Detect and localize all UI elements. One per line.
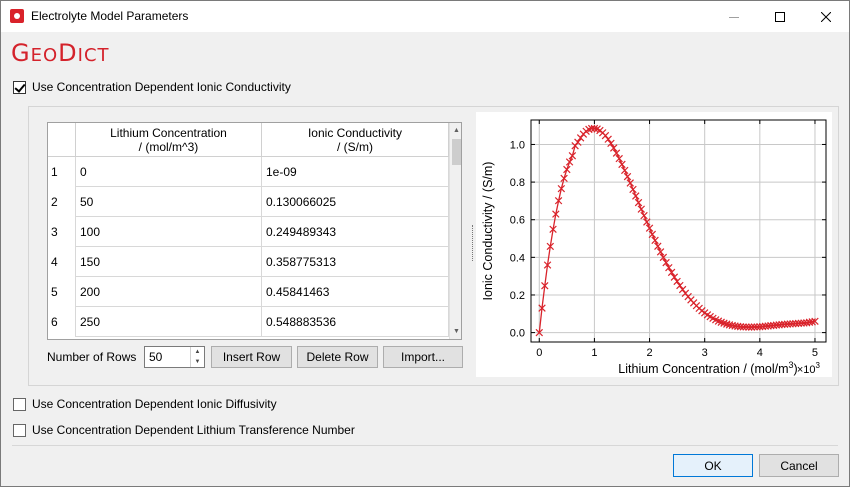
conductivity-chart: 0 1 2 3 4 5 0.0 0.2 0.4 0.6 0.8 1.0 Lithium Concentr… xyxy=(481,119,827,376)
x-tick-label: 0 xyxy=(536,347,542,359)
scroll-up-arrow-icon[interactable]: ▲ xyxy=(450,123,461,138)
splitter-grip-icon xyxy=(472,225,473,261)
conductivity-cell[interactable]: 0.358775313 xyxy=(262,247,449,277)
transference-checkbox[interactable] xyxy=(13,423,26,437)
row-number[interactable]: 2 xyxy=(48,187,76,217)
x-tick-label: 1 xyxy=(591,347,597,359)
x-tick-label: 4 xyxy=(757,347,763,359)
table-row: 5 200 0.45841463 xyxy=(48,277,449,307)
conductivity-cell[interactable]: 1e-09 xyxy=(262,157,449,187)
dialog-window: Electrolyte Model Parameters GEODICT Use… xyxy=(0,0,850,487)
column-header-conductivity[interactable]: Ionic Conductivity / (S/m) xyxy=(262,123,449,157)
row-number[interactable]: 6 xyxy=(48,307,76,337)
diffusivity-option[interactable]: Use Concentration Dependent Ionic Diffus… xyxy=(13,397,277,411)
import-button[interactable]: Import... xyxy=(383,346,463,368)
column-header-concentration[interactable]: Lithium Concentration / (mol/m^3) xyxy=(76,123,262,157)
row-number[interactable]: 5 xyxy=(48,277,76,307)
table-row: 3 100 0.249489343 xyxy=(48,217,449,247)
diffusivity-checkbox[interactable] xyxy=(13,397,26,411)
y-tick-label: 0.6 xyxy=(510,215,525,227)
conductivity-cell[interactable]: 0.45841463 xyxy=(262,277,449,307)
row-number-header xyxy=(48,123,76,157)
x-axis-label: Lithium Concentration / (mol/m3) xyxy=(618,360,797,376)
logo-letters: EO xyxy=(30,45,59,66)
conductivity-cell[interactable]: 0.130066025 xyxy=(262,187,449,217)
conductivity-option[interactable]: Use Concentration Dependent Ionic Conduc… xyxy=(13,80,291,94)
conductivity-table: Lithium Concentration / (mol/m^3) Ionic … xyxy=(47,122,462,340)
number-of-rows-label: Number of Rows xyxy=(47,350,137,364)
conductivity-label: Use Concentration Dependent Ionic Conduc… xyxy=(32,80,291,94)
table-row: 4 150 0.358775313 xyxy=(48,247,449,277)
table-row: 1 0 1e-09 xyxy=(48,157,449,187)
table-header: Lithium Concentration / (mol/m^3) Ionic … xyxy=(48,123,449,157)
scroll-down-arrow-icon[interactable]: ▼ xyxy=(450,324,461,339)
concentration-cell[interactable]: 50 xyxy=(76,187,262,217)
spin-down-icon[interactable]: ▼ xyxy=(191,357,204,367)
row-number[interactable]: 1 xyxy=(48,157,76,187)
logo-letter: G xyxy=(11,39,31,67)
number-of-rows-input[interactable] xyxy=(145,347,189,367)
x-axis-multiplier: ×103 xyxy=(797,361,821,376)
number-of-rows-spinbox[interactable]: ▲ ▼ xyxy=(144,346,205,368)
logo-letter: D xyxy=(58,39,78,67)
geodict-logo: GEODICT xyxy=(11,39,110,67)
concentration-cell[interactable]: 100 xyxy=(76,217,262,247)
geodict-app-icon xyxy=(10,9,24,23)
maximize-button[interactable] xyxy=(757,1,803,32)
scroll-thumb[interactable] xyxy=(452,139,461,165)
row-number[interactable]: 3 xyxy=(48,217,76,247)
row-number[interactable]: 4 xyxy=(48,247,76,277)
title-bar[interactable]: Electrolyte Model Parameters xyxy=(1,1,849,32)
footer-separator xyxy=(12,445,838,446)
table-vertical-scrollbar[interactable]: ▲ ▼ xyxy=(449,123,461,339)
cancel-button[interactable]: Cancel xyxy=(759,454,839,477)
y-tick-label: 1.0 xyxy=(510,139,525,151)
y-axis-label: Ionic Conductivity / (S/m) xyxy=(481,162,495,301)
x-tick-label: 3 xyxy=(702,347,708,359)
table-row: 2 50 0.130066025 xyxy=(48,187,449,217)
y-tick-label: 0.8 xyxy=(510,177,525,189)
x-tick-label: 2 xyxy=(646,347,652,359)
x-tick-label: 5 xyxy=(812,347,818,359)
concentration-cell[interactable]: 150 xyxy=(76,247,262,277)
close-icon xyxy=(821,11,831,22)
transference-label: Use Concentration Dependent Lithium Tran… xyxy=(32,423,355,437)
conductivity-cell[interactable]: 0.249489343 xyxy=(262,217,449,247)
window-title: Electrolyte Model Parameters xyxy=(31,9,189,23)
logo-letters: ICT xyxy=(77,45,110,66)
close-button[interactable] xyxy=(803,1,849,32)
column-header-label: Lithium Concentration / (mol/m^3) xyxy=(110,126,227,154)
concentration-cell[interactable]: 200 xyxy=(76,277,262,307)
conductivity-cell[interactable]: 0.548883536 xyxy=(262,307,449,337)
ok-button[interactable]: OK xyxy=(673,454,753,477)
conductivity-plot: 0 1 2 3 4 5 0.0 0.2 0.4 0.6 0.8 1.0 Lithium Concentr… xyxy=(476,112,832,377)
column-header-label: Ionic Conductivity / (S/m) xyxy=(307,126,403,154)
y-tick-label: 0.4 xyxy=(510,252,525,264)
transference-option[interactable]: Use Concentration Dependent Lithium Tran… xyxy=(13,423,355,437)
insert-row-button[interactable]: Insert Row xyxy=(211,346,292,368)
y-tick-label: 0.2 xyxy=(510,290,525,302)
y-tick-label: 0.0 xyxy=(510,328,525,340)
conductivity-checkbox[interactable] xyxy=(13,80,26,94)
concentration-cell[interactable]: 0 xyxy=(76,157,262,187)
spin-arrows[interactable]: ▲ ▼ xyxy=(190,347,204,367)
maximize-icon xyxy=(775,11,785,22)
concentration-cell[interactable]: 250 xyxy=(76,307,262,337)
table-row: 6 250 0.548883536 xyxy=(48,307,449,337)
minimize-button[interactable] xyxy=(711,1,757,32)
minimize-icon xyxy=(729,16,739,18)
panel-splitter[interactable] xyxy=(470,107,475,377)
diffusivity-label: Use Concentration Dependent Ionic Diffus… xyxy=(32,397,277,411)
spin-up-icon[interactable]: ▲ xyxy=(191,347,204,357)
delete-row-button[interactable]: Delete Row xyxy=(297,346,378,368)
